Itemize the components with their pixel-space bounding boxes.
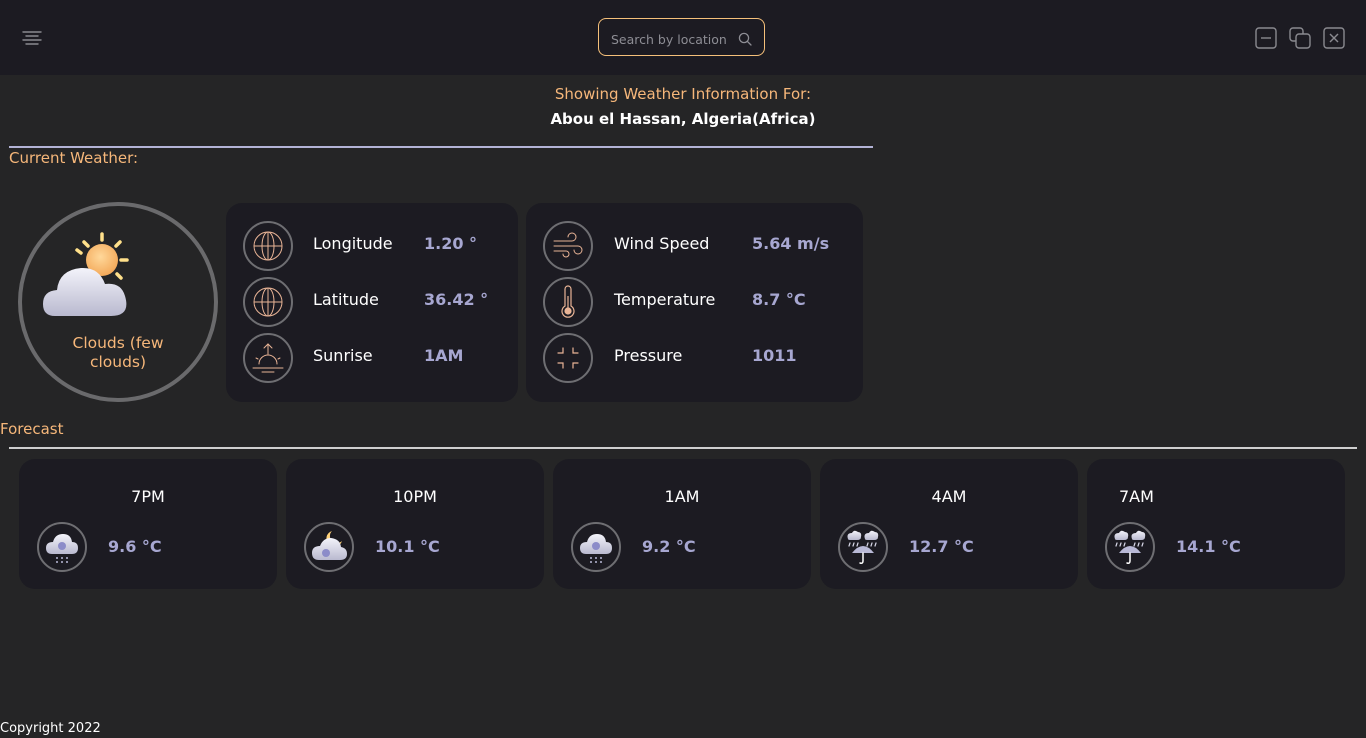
globe-icon [243,221,293,271]
sunrise-label: Sunrise [313,346,373,365]
info-row-wind-speed: Wind Speed 5.64 m/s [543,221,853,271]
info-row-sunrise: Sunrise 1AM [243,333,503,383]
pressure-value: 1011 [752,346,797,365]
forecast-time: 7AM [1119,487,1154,506]
forecast-card: 7PM 9.6 °C [19,459,277,589]
rain-umbrella-icon [838,522,888,572]
info-row-pressure: Pressure 1011 [543,333,853,383]
maximize-icon[interactable] [1289,27,1311,49]
close-icon[interactable] [1323,27,1345,49]
location-info-card: Longitude 1.20 ° Latitude 36.42 ° Sunris… [226,203,518,402]
snow-cloud-icon [571,522,621,572]
cloud-night-icon [304,522,354,572]
sunrise-value: 1AM [424,346,464,365]
forecast-temp: 9.2 °C [642,537,696,556]
forecast-temp: 12.7 °C [909,537,974,556]
menu-icon[interactable] [22,28,42,48]
forecast-time: 1AM [664,487,700,506]
divider [9,146,873,148]
forecast-temp: 10.1 °C [375,537,440,556]
minimize-icon[interactable] [1255,27,1277,49]
forecast-card: 4AM 12.7 °C [820,459,1078,589]
condition-text: Clouds (few clouds) [72,334,164,371]
forecast-time: 7PM [131,487,165,506]
longitude-value: 1.20 ° [424,234,478,253]
conditions-info-card: Wind Speed 5.64 m/s Temperature 8.7 °C P… [526,203,863,402]
current-condition-circle: Clouds (few clouds) [18,202,218,402]
pressure-label: Pressure [614,346,683,365]
info-row-longitude: Longitude 1.20 ° [243,221,503,271]
pressure-icon [543,333,593,383]
forecast-time: 10PM [393,487,437,506]
wind-speed-value: 5.64 m/s [752,234,830,253]
latitude-value: 36.42 ° [424,290,489,309]
page-subtitle: Showing Weather Information For: [554,85,812,103]
forecast-card: 1AM 9.2 °C [553,459,811,589]
wind-icon [543,221,593,271]
forecast-time: 4AM [931,487,967,506]
longitude-label: Longitude [313,234,393,253]
thermometer-icon [543,277,593,327]
temperature-value: 8.7 °C [752,290,806,309]
forecast-temp: 9.6 °C [108,537,162,556]
latitude-label: Latitude [313,290,379,309]
rain-umbrella-icon [1105,522,1155,572]
forecast-label: Forecast [0,420,64,438]
info-row-temperature: Temperature 8.7 °C [543,277,853,327]
divider [9,447,1357,449]
info-row-latitude: Latitude 36.42 ° [243,277,503,327]
temperature-label: Temperature [614,290,716,309]
forecast-card: 7AM 14.1 °C [1087,459,1345,589]
snow-cloud-icon [37,522,87,572]
forecast-card: 10PM 10.1 °C [286,459,544,589]
globe-icon [243,277,293,327]
search-icon[interactable] [738,31,752,46]
forecast-temp: 14.1 °C [1176,537,1241,556]
sunrise-icon [243,333,293,383]
current-weather-label: Current Weather: [9,149,139,167]
top-bar [0,0,1366,75]
search-input[interactable] [609,28,738,50]
sun-behind-cloud-icon [41,228,137,320]
wind-speed-label: Wind Speed [614,234,710,253]
location-title: Abou el Hassan, Algeria(Africa) [550,110,816,128]
footer-copyright: Copyright 2022 [0,721,101,736]
search-box [598,18,765,56]
